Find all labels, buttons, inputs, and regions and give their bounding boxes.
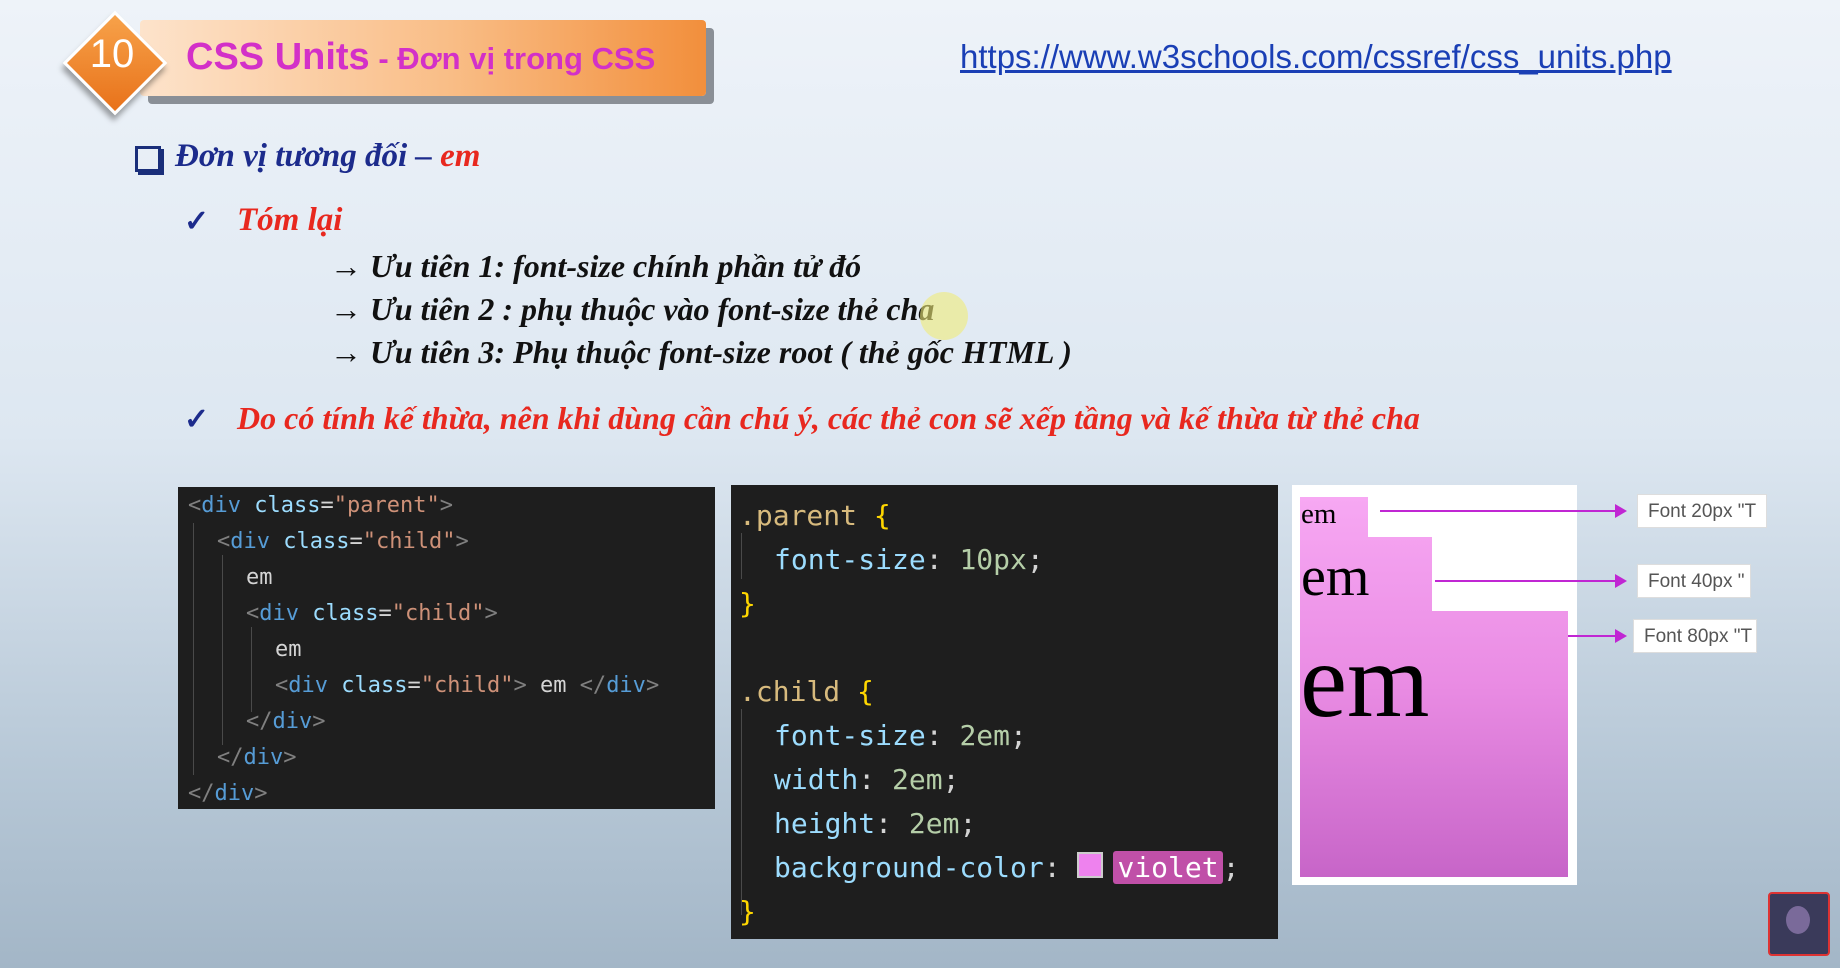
- section-heading: Đơn vị tương đối – em: [175, 138, 481, 174]
- code-line: height: 2em;: [774, 807, 977, 840]
- code-line: em: [275, 637, 302, 662]
- css-code-panel: .parent { font-size: 10px; } .child { fo…: [731, 485, 1278, 939]
- code-line: }: [739, 895, 756, 928]
- html-code-panel: <div class="parent"> <div class="child">…: [178, 487, 715, 809]
- lesson-number: 10: [89, 32, 135, 76]
- title-banner: CSS Units - Đơn vị trong CSS: [140, 20, 706, 96]
- check-icon: ✓: [184, 205, 210, 238]
- arrow-icon: [1380, 504, 1627, 518]
- font-info-label: Font 80px "T: [1633, 619, 1757, 653]
- code-line: em: [246, 565, 273, 590]
- priority-3: → Ưu tiên 3: Phụ thuộc font-size root ( …: [330, 334, 1072, 370]
- lesson-number-badge: 10: [62, 10, 168, 116]
- em-sample-medium: em: [1301, 546, 1370, 608]
- code-line: </div>: [217, 745, 297, 770]
- code-line: <div class="child"> em </div>: [275, 673, 660, 698]
- arrow-icon: [1568, 629, 1627, 643]
- check-icon: ✓: [184, 403, 210, 436]
- code-line: font-size: 10px;: [774, 543, 1044, 576]
- page-title: CSS Units - Đơn vị trong CSS: [186, 36, 656, 78]
- channel-avatar[interactable]: [1768, 892, 1830, 956]
- code-line: }: [739, 587, 756, 620]
- color-swatch-icon: [1077, 852, 1104, 878]
- code-line: <div class="child">: [246, 601, 498, 626]
- code-line: font-size: 2em;: [774, 719, 1027, 752]
- code-line: width: 2em;: [774, 763, 960, 796]
- font-info-label: Font 40px ": [1637, 564, 1751, 598]
- code-line: <div class="parent">: [188, 493, 453, 518]
- code-line: .parent {: [739, 499, 891, 532]
- code-line: </div>: [188, 781, 268, 806]
- arrow-icon: [1435, 574, 1627, 588]
- em-sample-small: em: [1301, 498, 1337, 530]
- inheritance-note: Do có tính kế thừa, nên khi dùng cần chú…: [237, 400, 1420, 436]
- font-info-label: Font 20px "T: [1637, 494, 1767, 528]
- em-sample-large: em: [1300, 622, 1430, 739]
- priority-1: → Ưu tiên 1: font-size chính phần tử đó: [330, 248, 862, 284]
- code-line: <div class="child">: [217, 529, 469, 554]
- cursor-highlight: [920, 292, 968, 340]
- code-line: </div>: [246, 709, 326, 734]
- reference-link[interactable]: https://www.w3schools.com/cssref/css_uni…: [960, 38, 1672, 76]
- code-line: .child {: [739, 675, 874, 708]
- priority-2: → Ưu tiên 2 : phụ thuộc vào font-size th…: [330, 291, 935, 327]
- square-bullet-icon: [135, 146, 161, 172]
- code-line: background-color: violet;: [774, 851, 1240, 884]
- summary-label: Tóm lại: [237, 202, 343, 238]
